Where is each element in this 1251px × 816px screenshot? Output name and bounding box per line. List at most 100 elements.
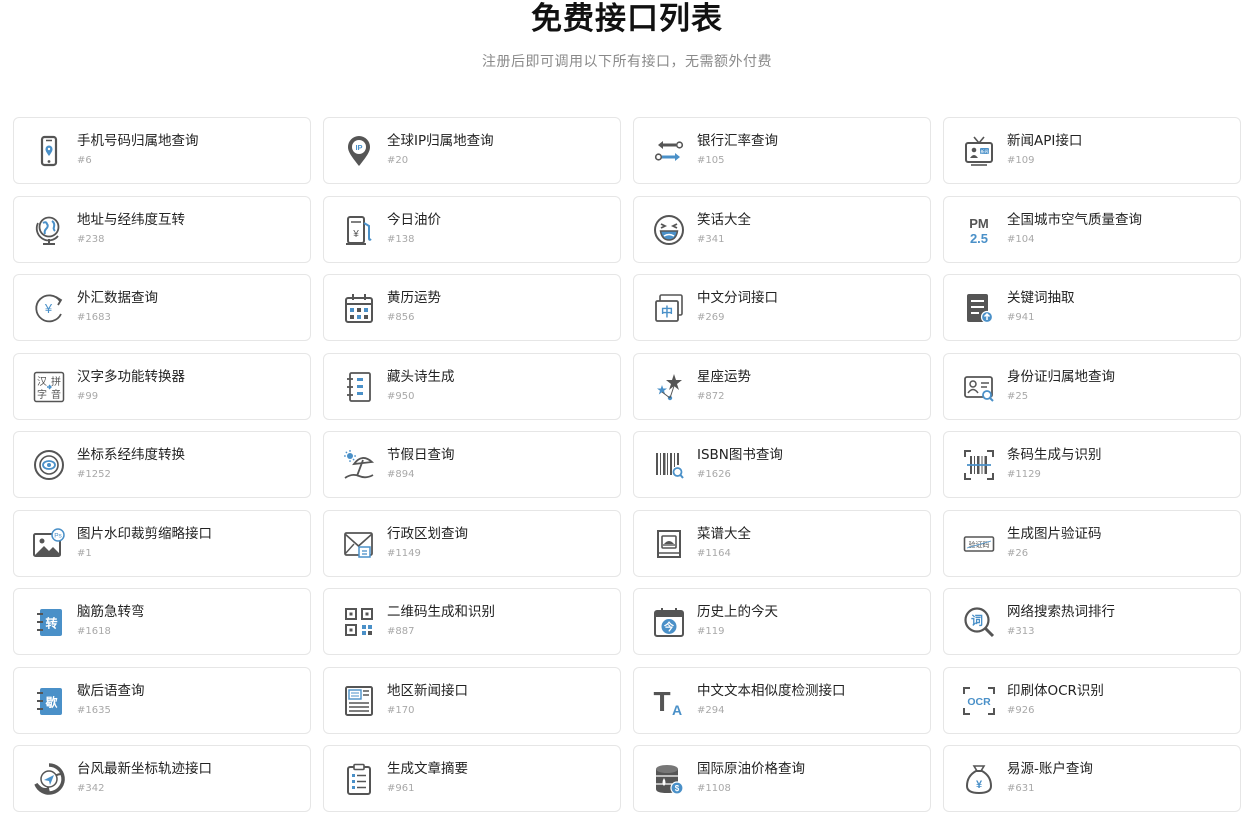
api-name[interactable]: ISBN图书查询 bbox=[697, 446, 783, 464]
api-id: #26 bbox=[1007, 547, 1029, 559]
api-name[interactable]: 中文分词接口 bbox=[697, 289, 778, 307]
api-name[interactable]: 菜谱大全 bbox=[697, 525, 751, 543]
api-card[interactable]: 行政区划查询 #1149 bbox=[323, 509, 621, 577]
api-name[interactable]: 中文文本相似度检测接口 bbox=[697, 682, 846, 700]
api-card[interactable]: 验证码 生成图片验证码 #26 bbox=[943, 509, 1241, 577]
svg-text:词: 词 bbox=[971, 614, 983, 628]
svg-text:IP: IP bbox=[355, 143, 362, 152]
api-name[interactable]: 星座运势 bbox=[697, 368, 751, 386]
api-card[interactable]: T A 中文文本相似度检测接口 #294 bbox=[633, 666, 931, 734]
api-card[interactable]: $ 国际原油价格查询 #1108 bbox=[633, 745, 931, 812]
api-name[interactable]: 坐标系经纬度转换 bbox=[77, 446, 185, 464]
api-name[interactable]: 地区新闻接口 bbox=[387, 682, 468, 700]
api-card[interactable]: 生成文章摘要 #961 bbox=[323, 745, 621, 812]
local-news-icon bbox=[342, 684, 376, 718]
api-name[interactable]: 易源-账户查询 bbox=[1007, 760, 1093, 778]
api-card[interactable]: Ps 图片水印裁剪缩略接口 #1 bbox=[13, 509, 311, 577]
api-card[interactable]: 地区新闻接口 #170 bbox=[323, 666, 621, 734]
api-card[interactable]: 新闻 新闻API接口 #109 bbox=[943, 117, 1241, 184]
clipboard-list-icon bbox=[342, 762, 376, 796]
api-name[interactable]: 生成图片验证码 bbox=[1007, 525, 1102, 543]
api-name[interactable]: 图片水印裁剪缩略接口 bbox=[77, 525, 212, 543]
api-card[interactable]: PM 2.5 全国城市空气质量查询 #104 bbox=[943, 195, 1241, 263]
api-name[interactable]: 节假日查询 bbox=[387, 446, 455, 464]
api-name[interactable]: 地址与经纬度互转 bbox=[77, 211, 185, 229]
api-id: #105 bbox=[697, 155, 725, 166]
api-name[interactable]: 藏头诗生成 bbox=[387, 368, 455, 386]
svg-text:¥: ¥ bbox=[352, 229, 359, 240]
api-card[interactable]: 条码生成与识别 #1129 bbox=[943, 431, 1241, 498]
api-id: #313 bbox=[1007, 626, 1035, 637]
api-name[interactable]: 历史上的今天 bbox=[697, 603, 778, 621]
api-name[interactable]: 汉字多功能转换器 bbox=[77, 368, 185, 386]
api-name[interactable]: 印刷体OCR识别 bbox=[1007, 682, 1104, 700]
ip-pin-icon: IP bbox=[342, 134, 376, 168]
api-card[interactable]: 转 脑筋急转弯 #1618 bbox=[13, 588, 311, 655]
coordinate-eye-icon bbox=[32, 448, 66, 482]
api-name[interactable]: 外汇数据查询 bbox=[77, 289, 158, 307]
api-name[interactable]: 全国城市空气质量查询 bbox=[1007, 211, 1142, 229]
api-card[interactable]: ISBN图书查询 #1626 bbox=[633, 431, 931, 498]
api-name[interactable]: 关键词抽取 bbox=[1007, 289, 1075, 307]
api-name[interactable]: 身份证归属地查询 bbox=[1007, 368, 1115, 386]
api-card[interactable]: 汉 拼 字 音 汉字多功能转换器 #99 bbox=[13, 352, 311, 420]
api-card[interactable]: IP 全球IP归属地查询 #20 bbox=[323, 117, 621, 184]
page-title: 免费接口列表 bbox=[531, 1, 723, 37]
api-name[interactable]: 银行汇率查询 bbox=[697, 132, 778, 150]
api-id: #20 bbox=[387, 155, 409, 166]
api-name[interactable]: 生成文章摘要 bbox=[387, 760, 468, 778]
api-card[interactable]: 中 中文分词接口 #269 bbox=[633, 274, 931, 341]
api-id: #119 bbox=[697, 626, 725, 637]
api-card[interactable]: 手机号码归属地查询 #6 bbox=[13, 117, 311, 184]
api-card[interactable]: 词 网络搜索热词排行 #313 bbox=[943, 588, 1241, 655]
api-card[interactable]: 地址与经纬度互转 #238 bbox=[13, 195, 311, 263]
api-name[interactable]: 脑筋急转弯 bbox=[77, 603, 145, 621]
api-card[interactable]: 菜谱大全 #1164 bbox=[633, 509, 931, 577]
pm25-icon: PM 2.5 bbox=[962, 213, 996, 247]
api-card[interactable]: 今 历史上的今天 #119 bbox=[633, 588, 931, 655]
svg-text:$: $ bbox=[675, 784, 680, 793]
api-card[interactable]: OCR 印刷体OCR识别 #926 bbox=[943, 666, 1241, 734]
api-name[interactable]: 二维码生成和识别 bbox=[387, 603, 495, 621]
api-name[interactable]: 今日油价 bbox=[387, 211, 441, 229]
api-card[interactable]: 藏头诗生成 #950 bbox=[323, 352, 621, 420]
ocr-icon: OCR bbox=[962, 684, 996, 718]
api-name[interactable]: 行政区划查询 bbox=[387, 525, 468, 543]
api-name[interactable]: 笑话大全 bbox=[697, 211, 751, 229]
fuel-pump-icon: ¥ bbox=[342, 213, 376, 247]
api-card[interactable]: 关键词抽取 #941 bbox=[943, 274, 1241, 341]
api-name[interactable]: 黄历运势 bbox=[387, 289, 441, 307]
svg-text:转: 转 bbox=[45, 616, 57, 631]
api-name[interactable]: 新闻API接口 bbox=[1007, 132, 1082, 150]
api-card[interactable]: ¥ 易源-账户查询 #631 bbox=[943, 745, 1241, 812]
api-card[interactable]: 台风最新坐标轨迹接口 #342 bbox=[13, 745, 311, 812]
api-name[interactable]: 全球IP归属地查询 bbox=[387, 132, 494, 150]
api-id: #1129 bbox=[1007, 469, 1041, 480]
api-card[interactable]: 歇 歇后语查询 #1635 bbox=[13, 666, 311, 734]
api-card[interactable]: ¥ 外汇数据查询 #1683 bbox=[13, 274, 311, 341]
api-id: #341 bbox=[697, 233, 725, 245]
api-card[interactable]: 坐标系经纬度转换 #1252 bbox=[13, 431, 311, 498]
api-name[interactable]: 国际原油价格查询 bbox=[697, 760, 805, 778]
image-ps-icon: Ps bbox=[32, 527, 66, 561]
exchange-arrows-icon bbox=[652, 134, 686, 168]
recipe-book-icon bbox=[652, 527, 686, 561]
api-card[interactable]: 黄历运势 #856 bbox=[323, 274, 621, 341]
api-id: #294 bbox=[697, 704, 725, 716]
barcode-scan-icon bbox=[962, 448, 996, 482]
document-upload-icon bbox=[962, 291, 996, 325]
api-name[interactable]: 网络搜索热词排行 bbox=[1007, 603, 1115, 621]
api-card[interactable]: 银行汇率查询 #105 bbox=[633, 117, 931, 184]
api-card[interactable]: ¥ 今日油价 #138 bbox=[323, 195, 621, 263]
api-id: #1626 bbox=[697, 469, 731, 480]
api-card[interactable]: 身份证归属地查询 #25 bbox=[943, 352, 1241, 420]
api-name[interactable]: 条码生成与识别 bbox=[1007, 446, 1102, 464]
api-card[interactable]: 二维码生成和识别 #887 bbox=[323, 588, 621, 655]
api-card[interactable]: 星座运势 #872 bbox=[633, 352, 931, 420]
api-name[interactable]: 手机号码归属地查询 bbox=[77, 132, 199, 150]
api-name[interactable]: 台风最新坐标轨迹接口 bbox=[77, 760, 212, 778]
api-name[interactable]: 歇后语查询 bbox=[77, 682, 145, 700]
api-card[interactable]: 节假日查询 #894 bbox=[323, 431, 621, 498]
api-card[interactable]: 笑话大全 #341 bbox=[633, 195, 931, 263]
yen-circle-icon: ¥ bbox=[32, 291, 66, 325]
